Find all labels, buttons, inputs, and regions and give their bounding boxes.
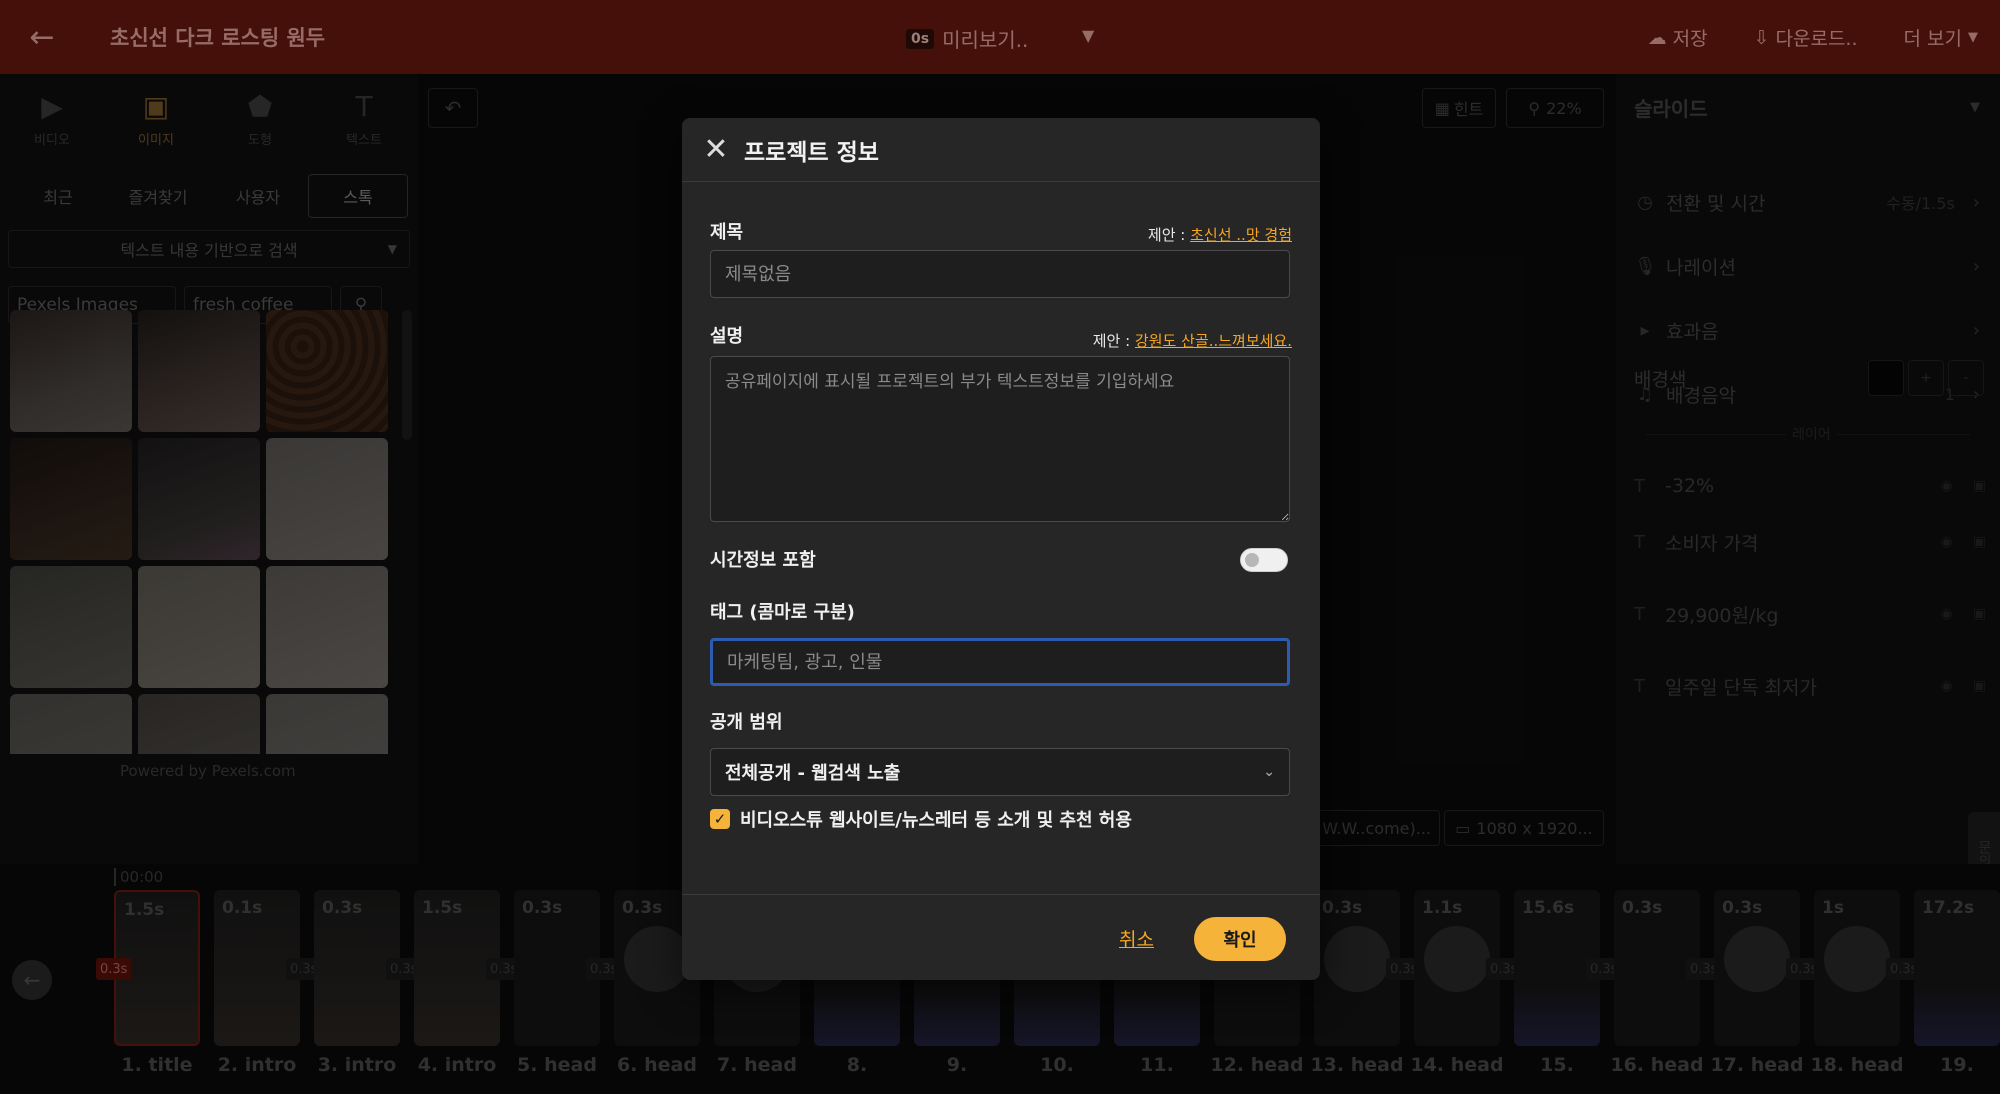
- suggest-prefix: 제안 :: [1147, 226, 1186, 244]
- visibility-label: 공개 범위: [710, 712, 783, 733]
- description-suggestion-link[interactable]: 강원도 산골..느껴보세요.: [1135, 332, 1292, 350]
- tags-field-label: 태그 (콤마로 구분): [710, 602, 855, 623]
- dialog-title: 프로젝트 정보: [744, 139, 879, 166]
- description-suggestion: 제안 : 강원도 산골..느껴보세요.: [1093, 330, 1292, 351]
- chevron-down-icon: ⌄: [1263, 764, 1275, 780]
- confirm-button[interactable]: 확인: [1194, 917, 1286, 961]
- close-icon[interactable]: ✕: [700, 132, 732, 167]
- title-input[interactable]: [710, 250, 1290, 298]
- dialog-footer: 취소 확인: [682, 894, 1320, 980]
- dialog-header: ✕ 프로젝트 정보: [682, 118, 1320, 182]
- time-toggle-label: 시간정보 포함: [710, 550, 816, 571]
- cancel-button[interactable]: 취소: [1119, 925, 1154, 952]
- promo-permission-row[interactable]: ✓ 비디오스튜 웹사이트/뉴스레터 등 소개 및 추천 허용: [710, 806, 1132, 832]
- visibility-select[interactable]: 전체공개 - 웹검색 노출 ⌄: [710, 748, 1290, 796]
- toggle-knob: [1245, 553, 1259, 567]
- visibility-selected: 전체공개 - 웹검색 노출: [725, 763, 901, 784]
- title-field-label: 제목: [710, 222, 744, 243]
- tags-input[interactable]: [710, 638, 1290, 686]
- title-suggestion-link[interactable]: 초신선 ..맛 경험: [1190, 226, 1292, 244]
- suggest-prefix: 제안 :: [1092, 332, 1131, 350]
- description-textarea[interactable]: [710, 356, 1290, 522]
- promo-checkbox-label: 비디오스튜 웹사이트/뉴스레터 등 소개 및 추천 허용: [740, 810, 1132, 831]
- description-field-label: 설명: [710, 326, 744, 347]
- project-info-dialog: ✕ 프로젝트 정보 제목 제안 : 초신선 ..맛 경험 설명 제안 : 강원도…: [682, 118, 1320, 980]
- promo-checkbox[interactable]: ✓: [710, 809, 730, 829]
- title-suggestion: 제안 : 초신선 ..맛 경험: [1148, 224, 1292, 245]
- time-info-toggle[interactable]: [1240, 548, 1288, 572]
